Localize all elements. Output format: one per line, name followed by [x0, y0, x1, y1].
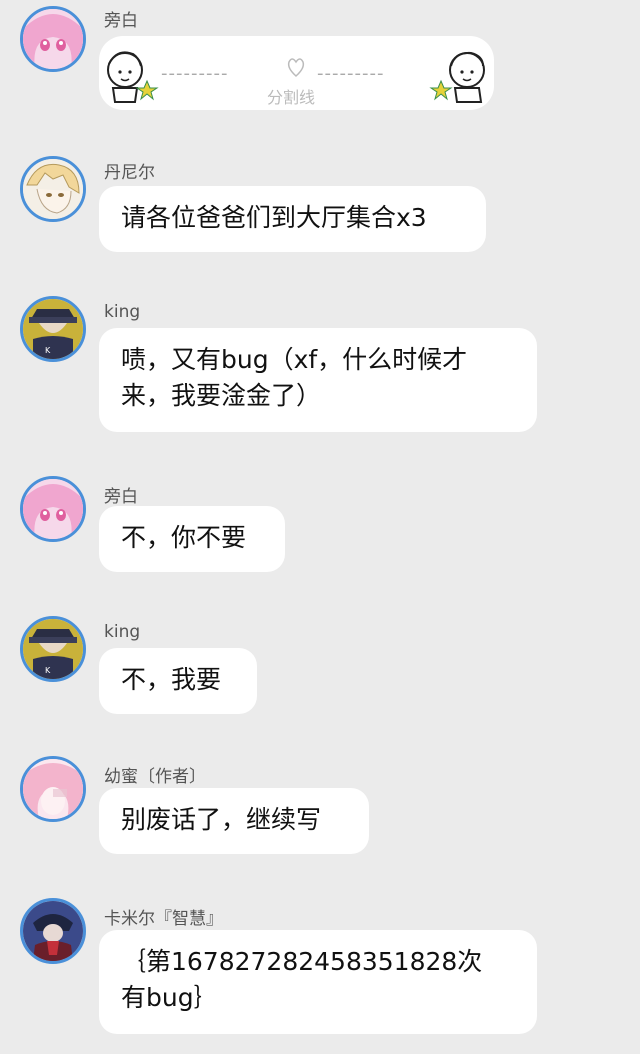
dark-hat-character-avatar-icon: K	[23, 299, 83, 359]
message-1: 旁白 --------- --------- 分割线	[0, 0, 640, 120]
message-text-line: 来，我要淦金了）	[121, 381, 322, 410]
message-bubble[interactable]: ｛第16782728245835182​8次 有bug｝	[99, 930, 537, 1034]
message-text-line: 啧，又有bug（xf，什么时候才	[121, 345, 468, 374]
message-5: K king 不，我要	[0, 616, 640, 716]
dark-hat-character-avatar-icon: K	[23, 619, 83, 679]
avatar-pangbai[interactable]	[20, 476, 86, 542]
sender-name: 旁白	[104, 487, 138, 507]
avatar-kamier[interactable]	[20, 898, 86, 964]
avatar-danier[interactable]	[20, 156, 86, 222]
avatar-pangbai[interactable]	[20, 6, 86, 72]
sender-name: 幼蜜〔作者〕	[104, 767, 206, 787]
avatar-youmi[interactable]	[20, 756, 86, 822]
sender-name: king	[104, 302, 141, 322]
message-bubble[interactable]: 请各位爸爸们到大厅集合x3	[99, 186, 486, 252]
dark-blue-character-avatar-icon	[23, 901, 83, 961]
message-bubble[interactable]: 啧，又有bug（xf，什么时候才 来，我要淦金了）	[99, 328, 537, 432]
message-6: 幼蜜〔作者〕 别废话了，继续写	[0, 756, 640, 860]
pink-anime-girl-avatar-icon	[23, 479, 83, 539]
message-2: 丹尼尔 请各位爸爸们到大厅集合x3	[0, 152, 640, 262]
message-4: 旁白 不，你不要	[0, 476, 640, 576]
sender-name: king	[104, 622, 141, 642]
message-text-line: 有bug｝	[121, 983, 219, 1012]
sender-name: 丹尼尔	[104, 163, 155, 183]
blonde-sketch-boy-avatar-icon	[23, 159, 83, 219]
pink-hair-girl-avatar-icon	[23, 759, 83, 819]
message-bubble[interactable]: 不，我要	[99, 648, 257, 714]
message-3: K king 啧，又有bug（xf，什么时候才 来，我要淦金了）	[0, 296, 640, 436]
pink-anime-girl-avatar-icon	[23, 9, 83, 69]
avatar-king[interactable]: K	[20, 616, 86, 682]
sender-name: 卡米尔『智慧』	[104, 909, 223, 929]
message-bubble[interactable]: 别废话了，继续写	[99, 788, 369, 854]
message-bubble[interactable]: 不，你不要	[99, 506, 285, 572]
divider-dashes-left: ---------	[161, 63, 229, 84]
message-7: 卡米尔『智慧』 ｛第16782728245835182​8次 有bug｝	[0, 898, 640, 1038]
divider-sticker[interactable]: --------- --------- 分割线	[99, 36, 494, 110]
message-text-line: ｛第16782728245835182​8次	[121, 947, 483, 976]
divider-label: 分割线	[267, 88, 316, 107]
svg-text:K: K	[45, 666, 51, 675]
avatar-king[interactable]: K	[20, 296, 86, 362]
svg-text:K: K	[45, 346, 51, 355]
divider-dashes-right: ---------	[317, 63, 385, 84]
sender-name: 旁白	[104, 11, 138, 31]
